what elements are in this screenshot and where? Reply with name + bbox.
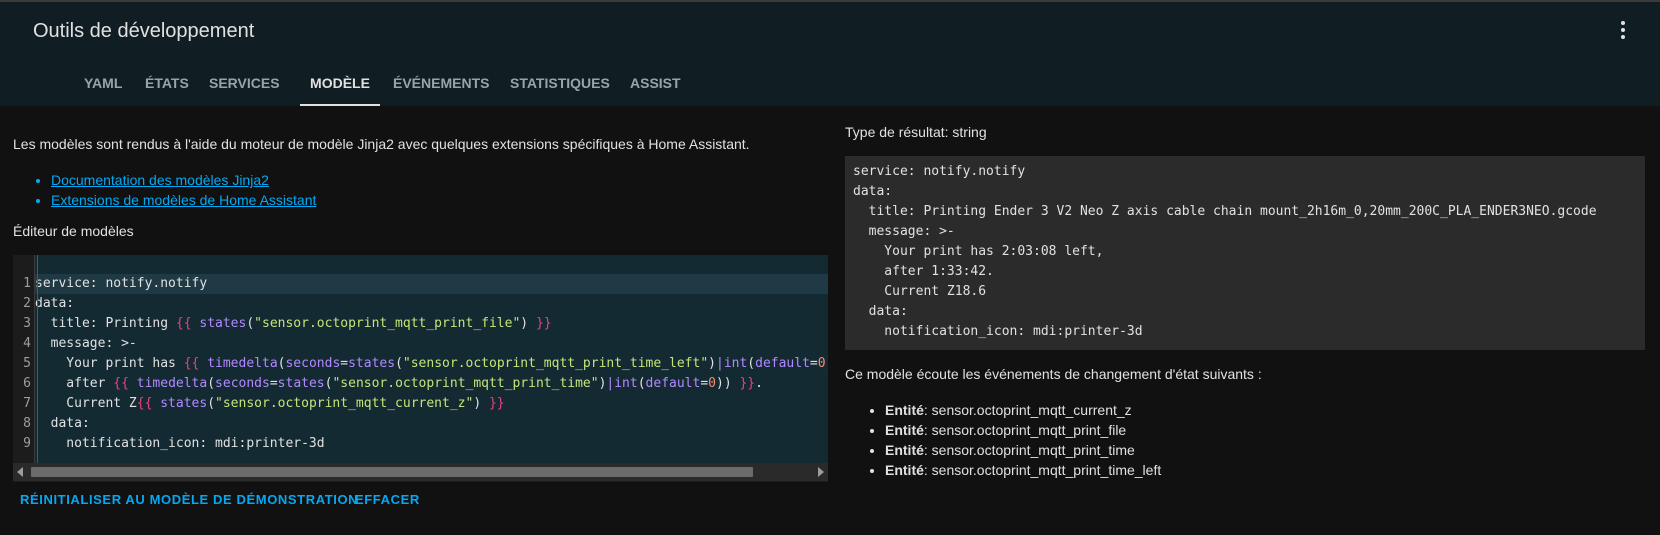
ha-extensions-link[interactable]: Extensions de modèles de Home Assistant: [51, 192, 316, 208]
code-line[interactable]: service: notify.notify: [35, 274, 828, 294]
line-number: 2: [23, 296, 31, 311]
tab-evenements[interactable]: ÉVÉNEMENTS: [393, 60, 489, 106]
result-type: Type de résultat: string: [845, 124, 987, 140]
code-line[interactable]: Your print has {{ timedelta(seconds=stat…: [35, 354, 828, 374]
entity-label: Entité: [885, 422, 924, 438]
entity-id: sensor.octoprint_mqtt_print_time: [931, 442, 1135, 458]
editor-label: Éditeur de modèles: [13, 223, 134, 239]
code-line[interactable]: title: Printing {{ states("sensor.octopr…: [35, 314, 828, 334]
entity-id: sensor.octoprint_mqtt_print_time_left: [931, 462, 1162, 478]
code-line[interactable]: data:: [35, 294, 828, 314]
app-bar: Outils de développement YAML ÉTATS SERVI…: [0, 2, 1660, 106]
code-line[interactable]: Current Z{{ states("sensor.octoprint_mqt…: [35, 394, 828, 414]
tab-statistiques[interactable]: STATISTIQUES: [510, 60, 610, 106]
list-item: Extensions de modèles de Home Assistant: [51, 190, 316, 210]
list-item: Entité: sensor.octoprint_mqtt_print_file: [885, 420, 1161, 440]
entity-id: sensor.octoprint_mqtt_current_z: [931, 402, 1132, 418]
result-text: service: notify.notify data: title: Prin…: [853, 164, 1597, 339]
page-title: Outils de développement: [33, 20, 255, 42]
text-cursor: [37, 255, 38, 463]
dots-vertical-icon[interactable]: [1614, 21, 1632, 43]
entity-label: Entité: [885, 462, 924, 478]
code-line[interactable]: after {{ timedelta(seconds=states("senso…: [35, 374, 828, 394]
line-number: 8: [23, 416, 31, 431]
horizontal-scrollbar[interactable]: [13, 463, 828, 481]
list-item: Entité: sensor.octoprint_mqtt_current_z: [885, 400, 1161, 420]
intro-text: Les modèles sont rendus à l'aide du mote…: [13, 136, 750, 152]
tab-etats[interactable]: ÉTATS: [145, 60, 189, 106]
entity-label: Entité: [885, 442, 924, 458]
scroll-right-icon[interactable]: [818, 467, 824, 477]
scroll-left-icon[interactable]: [17, 467, 23, 477]
line-number: 4: [23, 336, 31, 351]
line-number: 9: [23, 436, 31, 451]
line-number: 6: [23, 376, 31, 391]
entity-label: Entité: [885, 402, 924, 418]
list-item: Entité: sensor.octoprint_mqtt_print_time…: [885, 460, 1161, 480]
template-editor[interactable]: 1 2 3 4 5 6 7 8 9 service: notify.notify…: [13, 255, 828, 482]
code-line[interactable]: notification_icon: mdi:printer-3d: [35, 434, 828, 454]
scrollbar-thumb[interactable]: [31, 467, 753, 477]
code-line[interactable]: data:: [35, 414, 828, 434]
list-item: Entité: sensor.octoprint_mqtt_print_time: [885, 440, 1161, 460]
clear-button[interactable]: Effacer: [355, 492, 420, 507]
code-line[interactable]: message: >-: [35, 334, 828, 354]
jinja2-docs-link[interactable]: Documentation des modèles Jinja2: [51, 172, 269, 188]
code-area[interactable]: service: notify.notify data: title: Prin…: [35, 255, 828, 463]
tab-yaml[interactable]: YAML: [84, 60, 122, 106]
result-output: service: notify.notify data: title: Prin…: [845, 156, 1645, 350]
list-item: Documentation des modèles Jinja2: [51, 170, 316, 190]
tab-services[interactable]: SERVICES: [209, 60, 280, 106]
entity-list: Entité: sensor.octoprint_mqtt_current_z …: [867, 400, 1161, 480]
line-number: 5: [23, 356, 31, 371]
doc-links: Documentation des modèles Jinja2 Extensi…: [34, 170, 316, 210]
line-number: 3: [23, 316, 31, 331]
entity-id: sensor.octoprint_mqtt_print_file: [931, 422, 1127, 438]
line-number: 7: [23, 396, 31, 411]
listen-text: Ce modèle écoute les événements de chang…: [845, 366, 1262, 382]
tab-assist[interactable]: ASSIST: [630, 60, 681, 106]
line-number: 1: [23, 276, 31, 291]
reset-demo-button[interactable]: Réinitialiser au modèle de démonstration: [20, 492, 358, 507]
line-gutter: 1 2 3 4 5 6 7 8 9: [13, 255, 35, 463]
tab-modele[interactable]: MODÈLE: [300, 60, 380, 106]
